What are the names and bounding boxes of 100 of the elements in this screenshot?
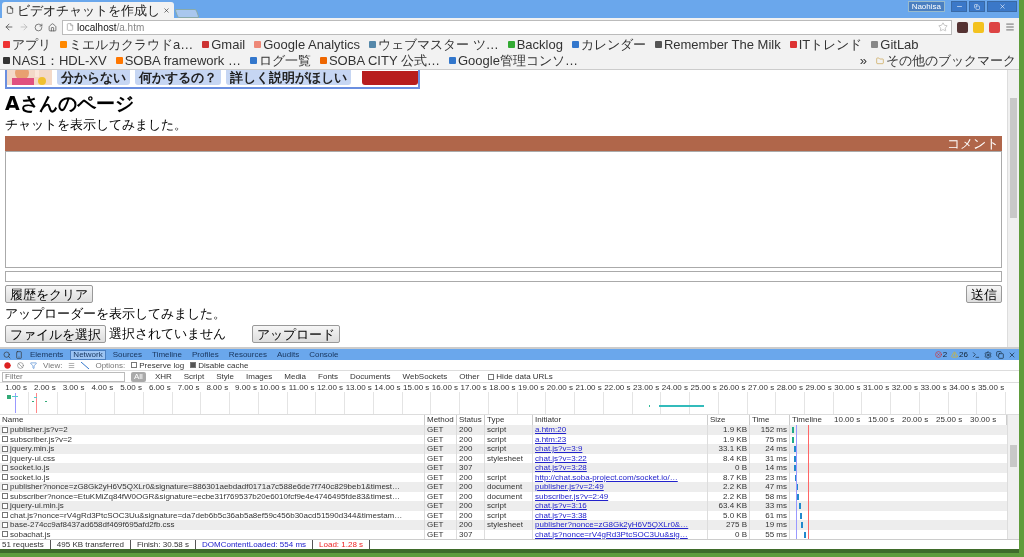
dock-icon[interactable]: [996, 350, 1004, 359]
send-button[interactable]: 送信: [966, 285, 1002, 303]
initiator-link[interactable]: chat.js?nonce=rV4gRd3PtcSOC3Uu&sig…: [535, 529, 688, 539]
waterfall-icon[interactable]: [81, 361, 90, 369]
bookmark[interactable]: アプリ: [3, 37, 51, 52]
menu-button[interactable]: [1005, 22, 1015, 32]
initiator-link[interactable]: chat.js?v=3:22: [535, 453, 587, 463]
bookmark[interactable]: ログ一覧: [249, 53, 311, 68]
browser-tab[interactable]: ビデオチャットを作成し: [2, 2, 174, 18]
type-filter[interactable]: Media: [281, 371, 310, 382]
message-input[interactable]: [5, 271, 1002, 282]
initiator-link[interactable]: publisher?nonce=zG8Gk2yH6V5QXLr0&…: [535, 520, 689, 529]
error-count[interactable]: 2: [934, 350, 948, 359]
type-filter[interactable]: Images: [243, 371, 276, 382]
bookmark[interactable]: Gmail: [202, 37, 246, 52]
choose-file-button[interactable]: ファイルを選択: [5, 325, 106, 343]
record-icon[interactable]: [4, 361, 11, 369]
clear-icon[interactable]: [17, 361, 24, 369]
type-filter[interactable]: WebSockets: [399, 371, 451, 382]
bookmark[interactable]: GitLab: [871, 37, 919, 52]
filter-icon[interactable]: [30, 361, 37, 369]
devtools-tab[interactable]: Elements: [27, 349, 67, 360]
bookmark[interactable]: Backlog: [507, 37, 563, 52]
bookmark[interactable]: ITトレンド: [789, 37, 863, 52]
upload-button[interactable]: アップロード: [252, 325, 340, 343]
bookmark[interactable]: カレンダー: [571, 37, 646, 52]
type-filter[interactable]: Script: [180, 371, 208, 382]
list-view-icon[interactable]: [68, 361, 76, 369]
star-icon[interactable]: [938, 22, 948, 32]
devtools-tab[interactable]: Network: [70, 349, 106, 360]
time-tick: 30.00 s: [834, 383, 861, 392]
initiator-link[interactable]: chat.js?v=3:38: [535, 510, 587, 520]
other-bookmarks-folder[interactable]: その他のブックマーク: [876, 53, 1016, 68]
page-scrollbar[interactable]: [1007, 70, 1019, 347]
type-filter[interactable]: Other: [456, 371, 483, 382]
bookmark[interactable]: NAS1：HDL-XV: [3, 53, 107, 68]
bookmark[interactable]: ミエルカクラウドa…: [60, 37, 194, 52]
devtools-tab[interactable]: Audits: [273, 349, 303, 360]
bookmark[interactable]: Google管理コンソ…: [448, 53, 578, 68]
time-cell: 47 ms: [750, 482, 790, 492]
user-name[interactable]: Naohisa: [907, 1, 945, 12]
type-cell: script: [485, 444, 533, 454]
type-filter[interactable]: Style: [213, 371, 238, 382]
inspect-icon[interactable]: [3, 350, 11, 359]
reload-button[interactable]: [34, 22, 43, 32]
console-icon[interactable]: [972, 350, 980, 359]
table-scrollbar[interactable]: [1007, 415, 1019, 539]
initiator-link[interactable]: subscriber.js?v=2:49: [535, 491, 609, 501]
more-bookmarks-button[interactable]: »: [859, 53, 867, 68]
devtools-tab[interactable]: Console: [306, 349, 342, 360]
settings-icon[interactable]: [984, 350, 992, 359]
bookmark[interactable]: ウェブマスター ツ…: [369, 37, 499, 52]
warning-count[interactable]: 26: [951, 350, 968, 359]
bookmark[interactable]: Google Analytics: [254, 37, 361, 52]
bookmark[interactable]: SOBA CITY 公式…: [319, 53, 440, 68]
close-button[interactable]: [987, 1, 1017, 12]
hide-data-urls-checkbox[interactable]: Hide data URLs: [488, 372, 553, 381]
home-button[interactable]: [48, 22, 57, 32]
clear-history-button[interactable]: 履歴をクリア: [5, 285, 93, 303]
type-filter[interactable]: Documents: [347, 371, 394, 382]
request-name[interactable]: publisher.js?v=2: [10, 425, 68, 435]
extension-icon[interactable]: [957, 21, 968, 33]
bookmark[interactable]: Remember The Milk: [654, 37, 781, 52]
back-button[interactable]: [4, 22, 14, 32]
ad-banner[interactable]: 分からない 何かするの？ 詳しく説明がほしい: [5, 70, 420, 89]
devtools-tab[interactable]: Sources: [109, 349, 146, 360]
devtools-tab[interactable]: Resources: [225, 349, 270, 360]
request-name[interactable]: chat.js?nonce=rV4gRd3PtcSOC3Uu&signature=da7deb6b5c36ab5a8ef59c456b30acd51590d344&timestam…: [10, 510, 403, 520]
request-name[interactable]: publisher?nonce=zG8Gk2yH6V5QXLr0&signature=886301aebdadf0171a7c588e6de7f740c829beb1&timest…: [10, 482, 401, 492]
initiator-link[interactable]: chat.js?v=3:9: [535, 444, 583, 453]
request-name[interactable]: socket.io.js: [10, 472, 50, 482]
close-icon[interactable]: [1008, 350, 1016, 359]
restore-button[interactable]: [969, 1, 985, 12]
initiator-link[interactable]: publisher.js?v=2:49: [535, 482, 604, 491]
initiator-link[interactable]: a.htm:23: [535, 434, 567, 444]
request-name[interactable]: subscriber.js?v=2: [10, 434, 73, 444]
type-filter[interactable]: Fonts: [315, 371, 342, 382]
type-filter[interactable]: XHR: [151, 371, 175, 382]
initiator-link[interactable]: chat.js?v=3:16: [535, 501, 587, 510]
request-name[interactable]: jquery-ui.min.js: [10, 501, 64, 511]
initiator-link[interactable]: http://chat.soba-project.com/socket.io/…: [535, 472, 678, 482]
bookmark[interactable]: SOBA framework …: [115, 53, 241, 68]
address-bar[interactable]: localhost/a.htm: [62, 19, 952, 35]
initiator-link[interactable]: a.htm:20: [535, 425, 567, 434]
preserve-log-checkbox[interactable]: Preserve log: [131, 360, 185, 370]
request-name[interactable]: sobachat.js: [10, 529, 51, 539]
devtools-tab[interactable]: Profiles: [189, 349, 222, 360]
devtools-tab[interactable]: Timeline: [149, 349, 185, 360]
request-name[interactable]: jquery-ui.css: [10, 453, 55, 463]
disable-cache-checkbox[interactable]: Disable cache: [190, 360, 249, 370]
initiator-link[interactable]: chat.js?v=3:28: [535, 463, 587, 472]
device-icon[interactable]: [15, 350, 23, 359]
forward-button[interactable]: [19, 22, 29, 32]
request-name[interactable]: subscriber?nonce=EtuKMiZq84fW0OGR&signature=ecbe31f769537b20e6010fcf9e4e4746495fde83&timest…: [10, 491, 401, 501]
filter-field[interactable]: Filter: [2, 371, 125, 382]
request-name[interactable]: socket.io.js: [10, 463, 50, 473]
request-name[interactable]: jquery.min.js: [10, 444, 55, 454]
request-name[interactable]: base-274cc9af8437ad658df469f695afd2fb.css: [10, 520, 175, 530]
close-tab-icon[interactable]: [163, 6, 170, 14]
minimize-button[interactable]: [951, 1, 967, 12]
